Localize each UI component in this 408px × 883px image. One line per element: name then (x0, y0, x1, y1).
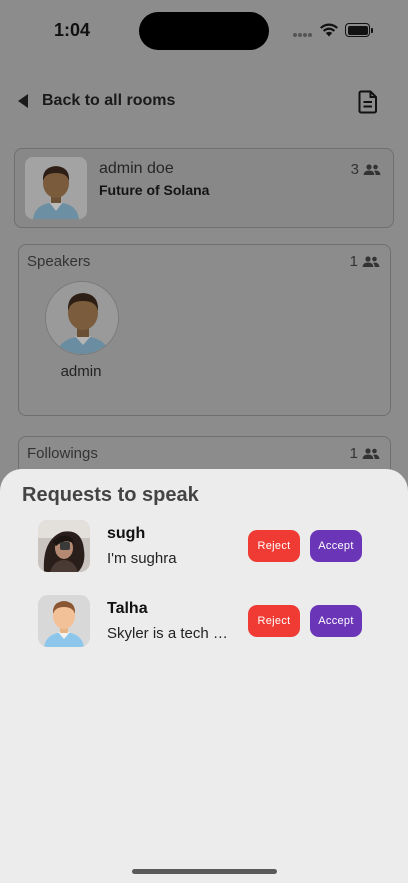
followings-label: Followings (27, 445, 98, 462)
requester-name: Talha (107, 600, 148, 617)
requester-avatar (38, 595, 90, 647)
request-row: sugh I'm sughra Reject Accept (0, 520, 408, 576)
speakers-label: Speakers (27, 253, 91, 270)
status-bar: 1:04 (0, 0, 408, 60)
room-card[interactable]: admin doe Future of Solana 3 (14, 148, 394, 228)
document-icon[interactable] (358, 90, 378, 114)
speaker-name: admin (60, 363, 102, 380)
battery-icon (345, 23, 373, 37)
wifi-icon (320, 23, 338, 37)
speakers-section: Speakers 1 admin (18, 244, 391, 416)
request-row: Talha Skyler is a tech enthusiast Reject… (0, 595, 408, 651)
sheet-title: Requests to speak (22, 484, 199, 506)
status-time: 1:04 (54, 20, 91, 40)
back-button[interactable]: Back to all rooms (18, 92, 175, 110)
requester-name: sugh (107, 525, 146, 542)
requester-bio: Skyler is a tech enthusiast (107, 625, 232, 642)
cellular-icon (293, 33, 313, 37)
accept-button[interactable]: Accept (310, 530, 362, 562)
dynamic-island (139, 12, 269, 50)
speaker-avatar[interactable] (45, 281, 119, 355)
member-count-value: 3 (350, 161, 359, 178)
people-icon (362, 447, 380, 459)
speakers-count-value: 1 (349, 253, 358, 270)
reject-button[interactable]: Reject (248, 530, 300, 562)
reject-button[interactable]: Reject (248, 605, 300, 637)
requester-avatar (38, 520, 90, 572)
room-member-count: 3 (351, 161, 381, 178)
host-avatar (25, 157, 87, 219)
host-name: admin doe (99, 160, 174, 177)
followings-count-value: 1 (349, 445, 358, 462)
accept-button[interactable]: Accept (310, 605, 362, 637)
back-label: Back to all rooms (42, 92, 176, 109)
home-indicator (132, 869, 277, 874)
people-icon (363, 163, 381, 175)
requester-bio: I'm sughra (107, 550, 177, 567)
requests-sheet: Requests to speak sugh I'm sughra Reject… (0, 469, 408, 883)
room-title: Future of Solana (99, 182, 210, 198)
back-arrow-icon (18, 94, 28, 108)
header: Back to all rooms (0, 86, 408, 120)
people-icon (362, 255, 380, 267)
speakers-count: 1 (350, 253, 380, 270)
followings-count: 1 (350, 445, 380, 462)
